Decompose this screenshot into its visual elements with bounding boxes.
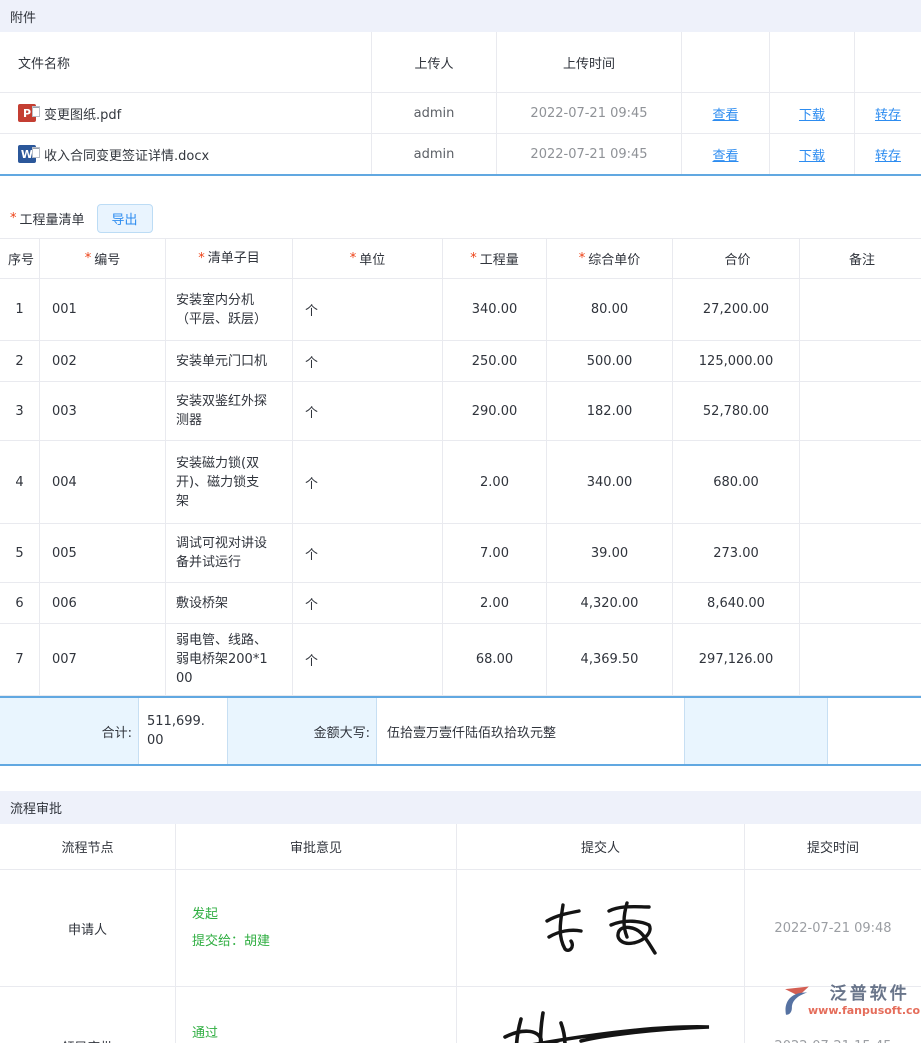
- total-label: 合计:: [0, 698, 139, 764]
- upload-time: 2022-07-21 09:45: [497, 93, 682, 133]
- upload-time: 2022-07-21 09:45: [497, 134, 682, 174]
- col-seq: 序号: [0, 239, 40, 278]
- view-link[interactable]: 查看: [712, 145, 738, 164]
- approval-section-bar: 流程审批: [0, 791, 921, 824]
- signature-zhangxin: [457, 870, 745, 986]
- approval-header-row: 流程节点 审批意见 提交人 提交时间: [0, 824, 921, 869]
- attachments-section-title: 附件: [10, 7, 36, 26]
- approval-opinion: 发起 提交给：胡建: [176, 870, 457, 986]
- approval-row: 申请人 发起 提交给：胡建 2022-07-21 09:48: [0, 869, 921, 986]
- amount-words-value: 伍拾壹万壹仟陆佰玖拾玖元整: [377, 698, 685, 764]
- col-submit-time: 提交时间: [745, 824, 921, 869]
- file-name: 变更图纸.pdf: [44, 104, 121, 123]
- col-quantity: *工程量: [443, 239, 547, 278]
- submit-time: 2022-07-21 15:45: [745, 987, 921, 1043]
- view-link[interactable]: 查看: [712, 104, 738, 123]
- file-name: 收入合同变更签证详情.docx: [44, 145, 209, 164]
- approval-row: 领导审批 通过 流程结束 2022-07-21 15:45: [0, 986, 921, 1043]
- attachments-header-row: 文件名称 上传人 上传时间: [0, 32, 921, 92]
- attachments-table: 文件名称 上传人 上传时间 P 变更图纸.pdf admin 2022-07-2…: [0, 32, 921, 176]
- approval-table: 流程节点 审批意见 提交人 提交时间 申请人 发起 提交给：胡建: [0, 824, 921, 1043]
- total-row-spacer: [828, 698, 921, 764]
- boq-row: 2002 安装单元门口机个 250.00500.00 125,000.00: [0, 341, 921, 382]
- col-note: 备注: [800, 239, 921, 278]
- total-row-spacer: [685, 698, 828, 764]
- col-item: *清单子目: [166, 239, 293, 278]
- amount-words-label: 金额大写:: [228, 698, 377, 764]
- approval-section-title: 流程审批: [10, 798, 62, 817]
- contract-change-detail-page: 附件 文件名称 上传人 上传时间 P 变更图纸.pdf admin 2022-0…: [0, 0, 921, 1043]
- total-value: 511,699.00: [139, 698, 228, 764]
- boq-section-title-row: * 工程量清单 导出: [0, 198, 921, 238]
- col-code: *编号: [40, 239, 166, 278]
- col-approval-opinion: 审批意见: [176, 824, 457, 869]
- uploader: admin: [372, 93, 497, 133]
- boq-row: 4004 安装磁力锁(双 开)、磁力锁支 架个 2.00340.00 680.0…: [0, 441, 921, 524]
- col-action-transfer: [855, 32, 921, 92]
- word-file-icon: W: [18, 145, 36, 163]
- boq-row: 3003 安装双鉴红外探 测器个 290.00182.00 52,780.00: [0, 382, 921, 441]
- approval-opinion: 通过 流程结束: [176, 987, 457, 1043]
- col-upload-time: 上传时间: [497, 32, 682, 92]
- boq-row: 5005 调试可视对讲设 备并试运行个 7.0039.00 273.00: [0, 524, 921, 583]
- boq-header-row: 序号 *编号 *清单子目 *单位 *工程量 *综合单价 合价 备注: [0, 239, 921, 279]
- boq-row: 7007 弱电管、线路、 弱电桥架200*1 00个 68.004,369.50…: [0, 624, 921, 696]
- col-unit-price: *综合单价: [547, 239, 673, 278]
- submit-time: 2022-07-21 09:48: [745, 870, 921, 986]
- col-unit: *单位: [293, 239, 443, 278]
- boq-row: 1001 安装室内分机 （平层、跃层）个 340.0080.00 27,200.…: [0, 279, 921, 341]
- boq-table: 序号 *编号 *清单子目 *单位 *工程量 *综合单价 合价 备注 1001 安…: [0, 238, 921, 766]
- process-node: 申请人: [0, 870, 176, 986]
- uploader: admin: [372, 134, 497, 174]
- transfer-link[interactable]: 转存: [875, 145, 901, 164]
- export-button[interactable]: 导出: [97, 204, 153, 233]
- transfer-link[interactable]: 转存: [875, 104, 901, 123]
- process-node: 领导审批: [0, 987, 176, 1043]
- col-submitter: 提交人: [457, 824, 745, 869]
- attachment-row: W 收入合同变更签证详情.docx admin 2022-07-21 09:45…: [0, 133, 921, 174]
- pdf-file-icon: P: [18, 104, 36, 122]
- signature-hujian: [457, 987, 745, 1043]
- boq-total-row: 合计: 511,699.00 金额大写: 伍拾壹万壹仟陆佰玖拾玖元整: [0, 696, 921, 766]
- col-uploader: 上传人: [372, 32, 497, 92]
- col-process-node: 流程节点: [0, 824, 176, 869]
- col-action-view: [682, 32, 770, 92]
- col-action-download: [770, 32, 855, 92]
- boq-section-title: 工程量清单: [20, 209, 85, 228]
- attachment-row: P 变更图纸.pdf admin 2022-07-21 09:45 查看 下载 …: [0, 92, 921, 133]
- download-link[interactable]: 下载: [799, 104, 825, 123]
- boq-row: 6006 敷设桥架个 2.004,320.00 8,640.00: [0, 583, 921, 624]
- download-link[interactable]: 下载: [799, 145, 825, 164]
- required-asterisk: *: [10, 211, 17, 226]
- col-file-name: 文件名称: [0, 32, 372, 92]
- col-amount: 合价: [673, 239, 800, 278]
- attachments-section-bar: 附件: [0, 0, 921, 32]
